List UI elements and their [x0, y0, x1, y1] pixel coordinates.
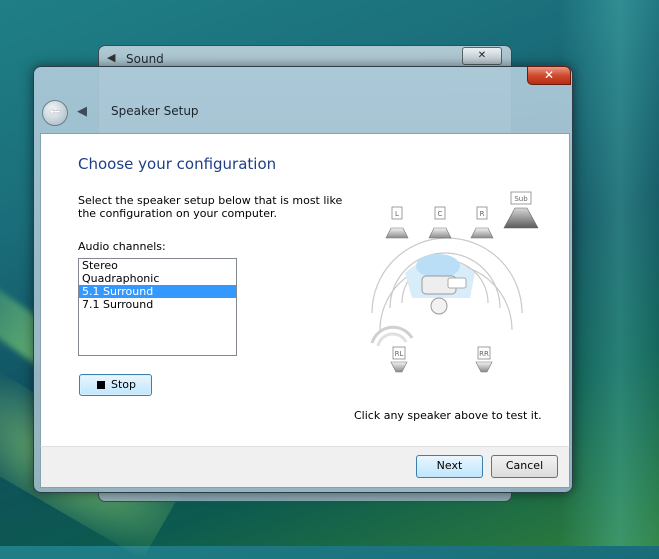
- audio-channels-listbox[interactable]: Stereo Quadraphonic 5.1 Surround 7.1 Sur…: [78, 258, 237, 356]
- stop-label: Stop: [111, 378, 137, 391]
- list-item-7-1-surround[interactable]: 7.1 Surround: [79, 298, 236, 311]
- speaker-diagram: L C R Sub RL RR: [370, 191, 539, 373]
- back-button[interactable]: ←: [42, 100, 68, 126]
- stop-button[interactable]: Stop: [79, 374, 152, 396]
- next-button[interactable]: Next: [416, 455, 483, 478]
- dialog-title: Speaker Setup: [111, 104, 199, 118]
- page-heading: Choose your configuration: [78, 155, 277, 173]
- list-item-5-1-surround[interactable]: 5.1 Surround: [79, 285, 236, 298]
- description-text: Select the speaker setup below that is m…: [78, 194, 343, 220]
- sound-window-close-button[interactable]: ✕: [462, 47, 502, 65]
- speaker-front-right[interactable]: R: [470, 206, 494, 239]
- svg-text:C: C: [438, 210, 443, 218]
- desktop-glow: [560, 0, 659, 546]
- svg-text:RR: RR: [479, 350, 489, 358]
- speaker-center[interactable]: C: [428, 206, 452, 239]
- cancel-button[interactable]: Cancel: [491, 455, 558, 478]
- speaker-rear-right[interactable]: RR: [475, 346, 493, 373]
- svg-text:Sub: Sub: [514, 195, 528, 203]
- listening-zone-center: [416, 254, 460, 278]
- svg-text:L: L: [395, 210, 399, 218]
- svg-text:RL: RL: [395, 350, 404, 358]
- test-hint-text: Click any speaker above to test it.: [354, 409, 542, 422]
- svg-text:R: R: [480, 210, 485, 218]
- list-item-stereo[interactable]: Stereo: [79, 259, 236, 272]
- speaker-icon: ◀: [77, 104, 87, 119]
- sound-window-title: Sound: [126, 52, 164, 66]
- list-item-quadraphonic[interactable]: Quadraphonic: [79, 272, 236, 285]
- back-arrow-icon: ←: [49, 104, 61, 120]
- speaker-icon: ◀: [107, 51, 116, 64]
- close-button[interactable]: ✕: [527, 66, 571, 85]
- speaker-rear-left[interactable]: RL: [370, 325, 414, 373]
- speaker-front-left[interactable]: L: [385, 206, 409, 239]
- speaker-subwoofer[interactable]: Sub: [503, 191, 539, 229]
- stop-icon: [97, 381, 105, 389]
- audio-channels-label: Audio channels:: [78, 240, 166, 253]
